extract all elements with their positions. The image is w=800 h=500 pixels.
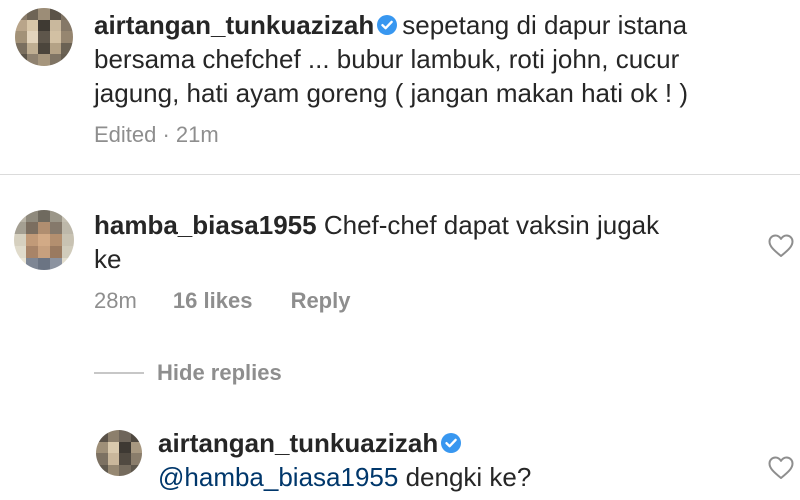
mention-link[interactable]: @hamba_biasa1955: [158, 462, 398, 492]
caption-line: bersama chefchef ... bubur lambuk, roti …: [94, 44, 680, 74]
edited-timestamp: Edited · 21m: [94, 122, 219, 147]
heart-icon[interactable]: [768, 456, 794, 480]
hide-replies-label: Hide replies: [157, 360, 282, 385]
reply-button[interactable]: Reply: [291, 288, 351, 313]
comment-time: 28m: [94, 288, 137, 313]
caption-line: jagung, hati ayam goreng ( jangan makan …: [94, 78, 689, 108]
comment-body: hamba_biasa1955 Chef-chef dapat vaksin j…: [94, 208, 734, 276]
hide-replies-button[interactable]: Hide replies: [157, 360, 282, 386]
caption-line: sepetang di dapur istana: [402, 10, 688, 40]
divider: [0, 174, 800, 175]
heart-icon[interactable]: [768, 234, 794, 258]
avatar[interactable]: [96, 430, 142, 476]
verified-badge-icon: [441, 433, 462, 453]
comment-text-line: ke: [94, 244, 122, 274]
avatar[interactable]: [14, 210, 74, 270]
post-username[interactable]: airtangan_tunkuazizah: [94, 10, 374, 40]
avatar[interactable]: [15, 8, 73, 66]
post-caption: airtangan_tunkuazizah sepetang di dapur i…: [94, 8, 784, 110]
comment-likes[interactable]: 16 likes: [173, 288, 253, 313]
reply-username[interactable]: airtangan_tunkuazizah: [158, 428, 438, 458]
reply-text: dengki ke?: [398, 462, 532, 492]
comment-username[interactable]: hamba_biasa1955: [94, 210, 317, 240]
replies-divider: [94, 372, 144, 374]
comment-text-line: Chef-chef dapat vaksin jugak: [323, 210, 660, 240]
reply-body: airtangan_tunkuazizah @hamba_biasa1955 d…: [158, 426, 738, 494]
verified-badge-icon: [377, 15, 398, 35]
comments-panel: airtangan_tunkuazizah sepetang di dapur i…: [0, 0, 800, 500]
comment-meta: 28m 16 likes Reply: [94, 288, 350, 314]
